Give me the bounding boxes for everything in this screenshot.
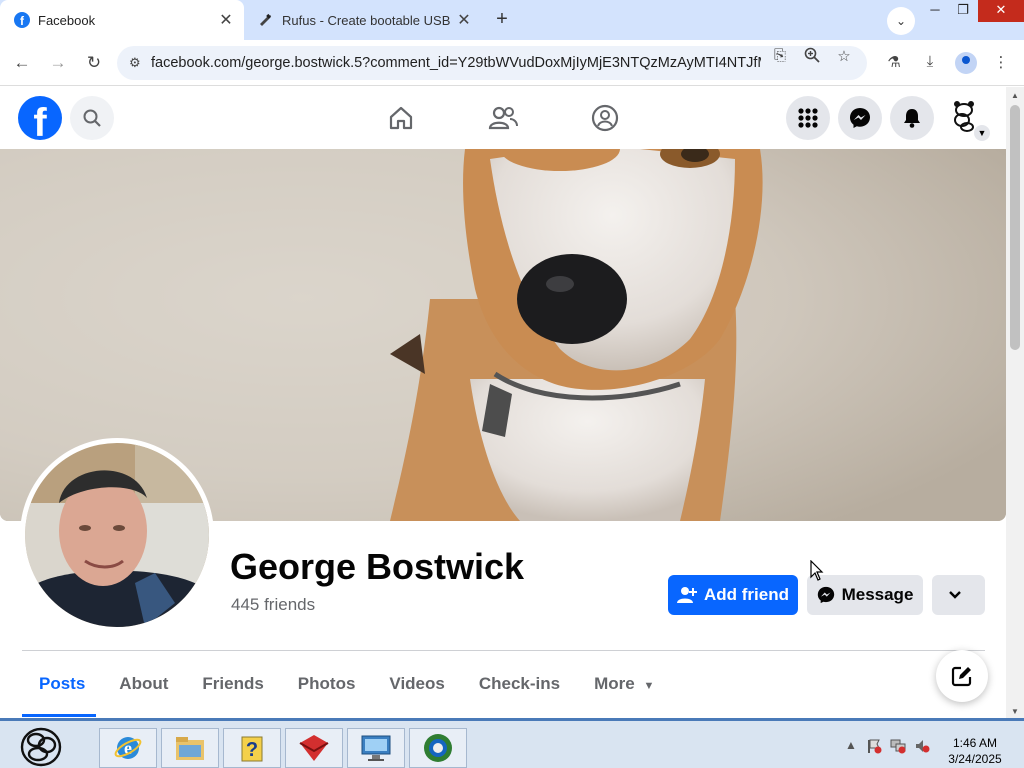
tab-rufus[interactable]: Rufus - Create bootable USB drives the e…: [250, 0, 482, 40]
bell-icon: [904, 109, 920, 128]
chevron-down-icon: [949, 591, 961, 599]
help-icon: ?: [241, 736, 263, 762]
url-text: facebook.com/george.bostwick.5?comment_i…: [151, 55, 761, 71]
tab-friends[interactable]: Friends: [185, 664, 280, 704]
scroll-down-icon[interactable]: ▼: [1006, 707, 1024, 716]
file-explorer-icon: [176, 737, 204, 760]
message-label: Message: [841, 585, 914, 604]
menu-grid-button[interactable]: [786, 96, 830, 140]
zoom-icon[interactable]: [802, 47, 822, 67]
notifications-button[interactable]: [890, 96, 934, 140]
profile-photo-man-image: [25, 443, 209, 627]
site-info-icon[interactable]: ⚙: [129, 55, 151, 71]
scroll-up-icon[interactable]: ▲: [1006, 91, 1024, 100]
close-window-button[interactable]: ✕: [978, 0, 1024, 22]
friends-count[interactable]: 445 friends: [231, 595, 315, 615]
profile-name: George Bostwick: [230, 546, 525, 587]
browser-globe-icon: [424, 734, 452, 762]
clock-date: 3/24/2025: [948, 752, 1002, 766]
tab-more[interactable]: More ▼: [577, 664, 671, 704]
browser-toolbar: ← → ↻ ⚙ facebook.com/george.bostwick.5?c…: [0, 40, 1024, 86]
flag-alert-icon[interactable]: [866, 738, 882, 754]
compose-icon: [951, 666, 972, 687]
tray-expand-icon[interactable]: ▲: [845, 738, 857, 752]
tab-about[interactable]: About: [102, 664, 185, 704]
restore-button[interactable]: ❐: [948, 0, 978, 22]
tab-more-label: More: [594, 674, 635, 693]
install-icon[interactable]: ⎘: [770, 47, 790, 64]
taskbar-help[interactable]: ?: [223, 728, 281, 768]
labs-icon[interactable]: ⚗: [883, 53, 905, 71]
message-button[interactable]: Message: [807, 575, 923, 615]
taskbar-browser[interactable]: [409, 728, 467, 768]
minimize-button[interactable]: ─: [920, 0, 950, 22]
caret-down-icon: ▼: [643, 680, 655, 692]
profile-tabs: Posts About Friends Photos Videos Check-…: [22, 664, 671, 704]
taskbar-remote-desktop[interactable]: [347, 728, 405, 768]
tab-posts[interactable]: Posts: [22, 664, 102, 704]
system-clock[interactable]: 1:46 AM 3/24/2025: [940, 735, 1010, 767]
add-person-icon: [677, 587, 697, 603]
taskbar-file-explorer[interactable]: [161, 728, 219, 768]
scroll-thumb[interactable]: [1010, 105, 1020, 350]
add-friend-label: Add friend: [704, 585, 789, 604]
profile-more-button[interactable]: [932, 575, 985, 615]
network-icon[interactable]: [890, 738, 906, 754]
messenger-icon: [817, 586, 834, 604]
messenger-icon: [850, 108, 870, 128]
mouse-cursor-icon: [810, 560, 824, 581]
volume-muted-icon[interactable]: [914, 738, 930, 754]
tab-photos[interactable]: Photos: [281, 664, 373, 704]
clock-time: 1:46 AM: [952, 736, 998, 750]
new-tab-button[interactable]: +: [490, 8, 514, 32]
close-tab-icon[interactable]: ✕: [216, 10, 236, 30]
browser-tabstrip: f Facebook ✕ Rufus - Create bootable USB…: [0, 0, 1024, 40]
new-message-button[interactable]: [936, 650, 988, 702]
reload-icon[interactable]: ↻: [83, 52, 105, 74]
svg-text:?: ?: [246, 739, 258, 761]
menu-icon[interactable]: ⋮: [990, 53, 1012, 71]
taskbar-red-app[interactable]: [285, 728, 343, 768]
profile-divider: [22, 650, 985, 651]
search-button[interactable]: [70, 96, 114, 140]
forward-icon[interactable]: →: [47, 52, 69, 74]
friends-icon: [488, 106, 518, 130]
download-icon[interactable]: ⤓: [919, 53, 941, 70]
windows-taskbar: e ? ▲ 1:46 AM 3/24/2025: [0, 718, 1024, 768]
start-button[interactable]: [18, 725, 64, 768]
tab-title: Facebook: [38, 12, 96, 28]
start-logo-icon: [20, 727, 62, 767]
facebook-header: f ▼: [0, 87, 1006, 149]
friends-nav-button[interactable]: [486, 101, 520, 135]
tab-search-button[interactable]: ⌄: [887, 7, 915, 35]
groups-nav-button[interactable]: [588, 101, 622, 135]
search-icon: [83, 109, 101, 127]
internet-explorer-icon: e: [114, 737, 142, 759]
page-scrollbar[interactable]: ▲ ▼: [1006, 87, 1024, 718]
add-friend-button[interactable]: Add friend: [668, 575, 798, 615]
groups-icon: [591, 104, 619, 132]
bookmark-star-icon[interactable]: ☆: [834, 47, 854, 65]
grid-menu-icon: [798, 108, 818, 128]
remote-desktop-icon: [361, 735, 391, 761]
facebook-favicon-icon: f: [14, 12, 30, 28]
close-tab-icon[interactable]: ✕: [454, 10, 474, 30]
tab-videos[interactable]: Videos: [372, 664, 461, 704]
address-bar[interactable]: ⚙ facebook.com/george.bostwick.5?comment…: [117, 46, 867, 80]
account-chevron-icon[interactable]: ▼: [974, 125, 990, 141]
tab-facebook[interactable]: f Facebook ✕: [0, 0, 244, 40]
profile-icon[interactable]: [955, 52, 977, 74]
tab-title: Rufus - Create bootable USB drives the e…: [282, 12, 454, 28]
back-icon[interactable]: ←: [11, 52, 33, 74]
facebook-logo-icon[interactable]: f: [18, 96, 62, 140]
tab-check-ins[interactable]: Check-ins: [462, 664, 577, 704]
rufus-favicon-icon: [260, 13, 272, 26]
home-icon: [389, 106, 413, 130]
home-nav-button[interactable]: [384, 101, 418, 135]
red-app-icon: [299, 735, 329, 761]
messenger-button[interactable]: [838, 96, 882, 140]
profile-picture[interactable]: [25, 443, 209, 627]
active-tab-indicator: [22, 714, 96, 717]
taskbar-internet-explorer[interactable]: e: [99, 728, 157, 768]
